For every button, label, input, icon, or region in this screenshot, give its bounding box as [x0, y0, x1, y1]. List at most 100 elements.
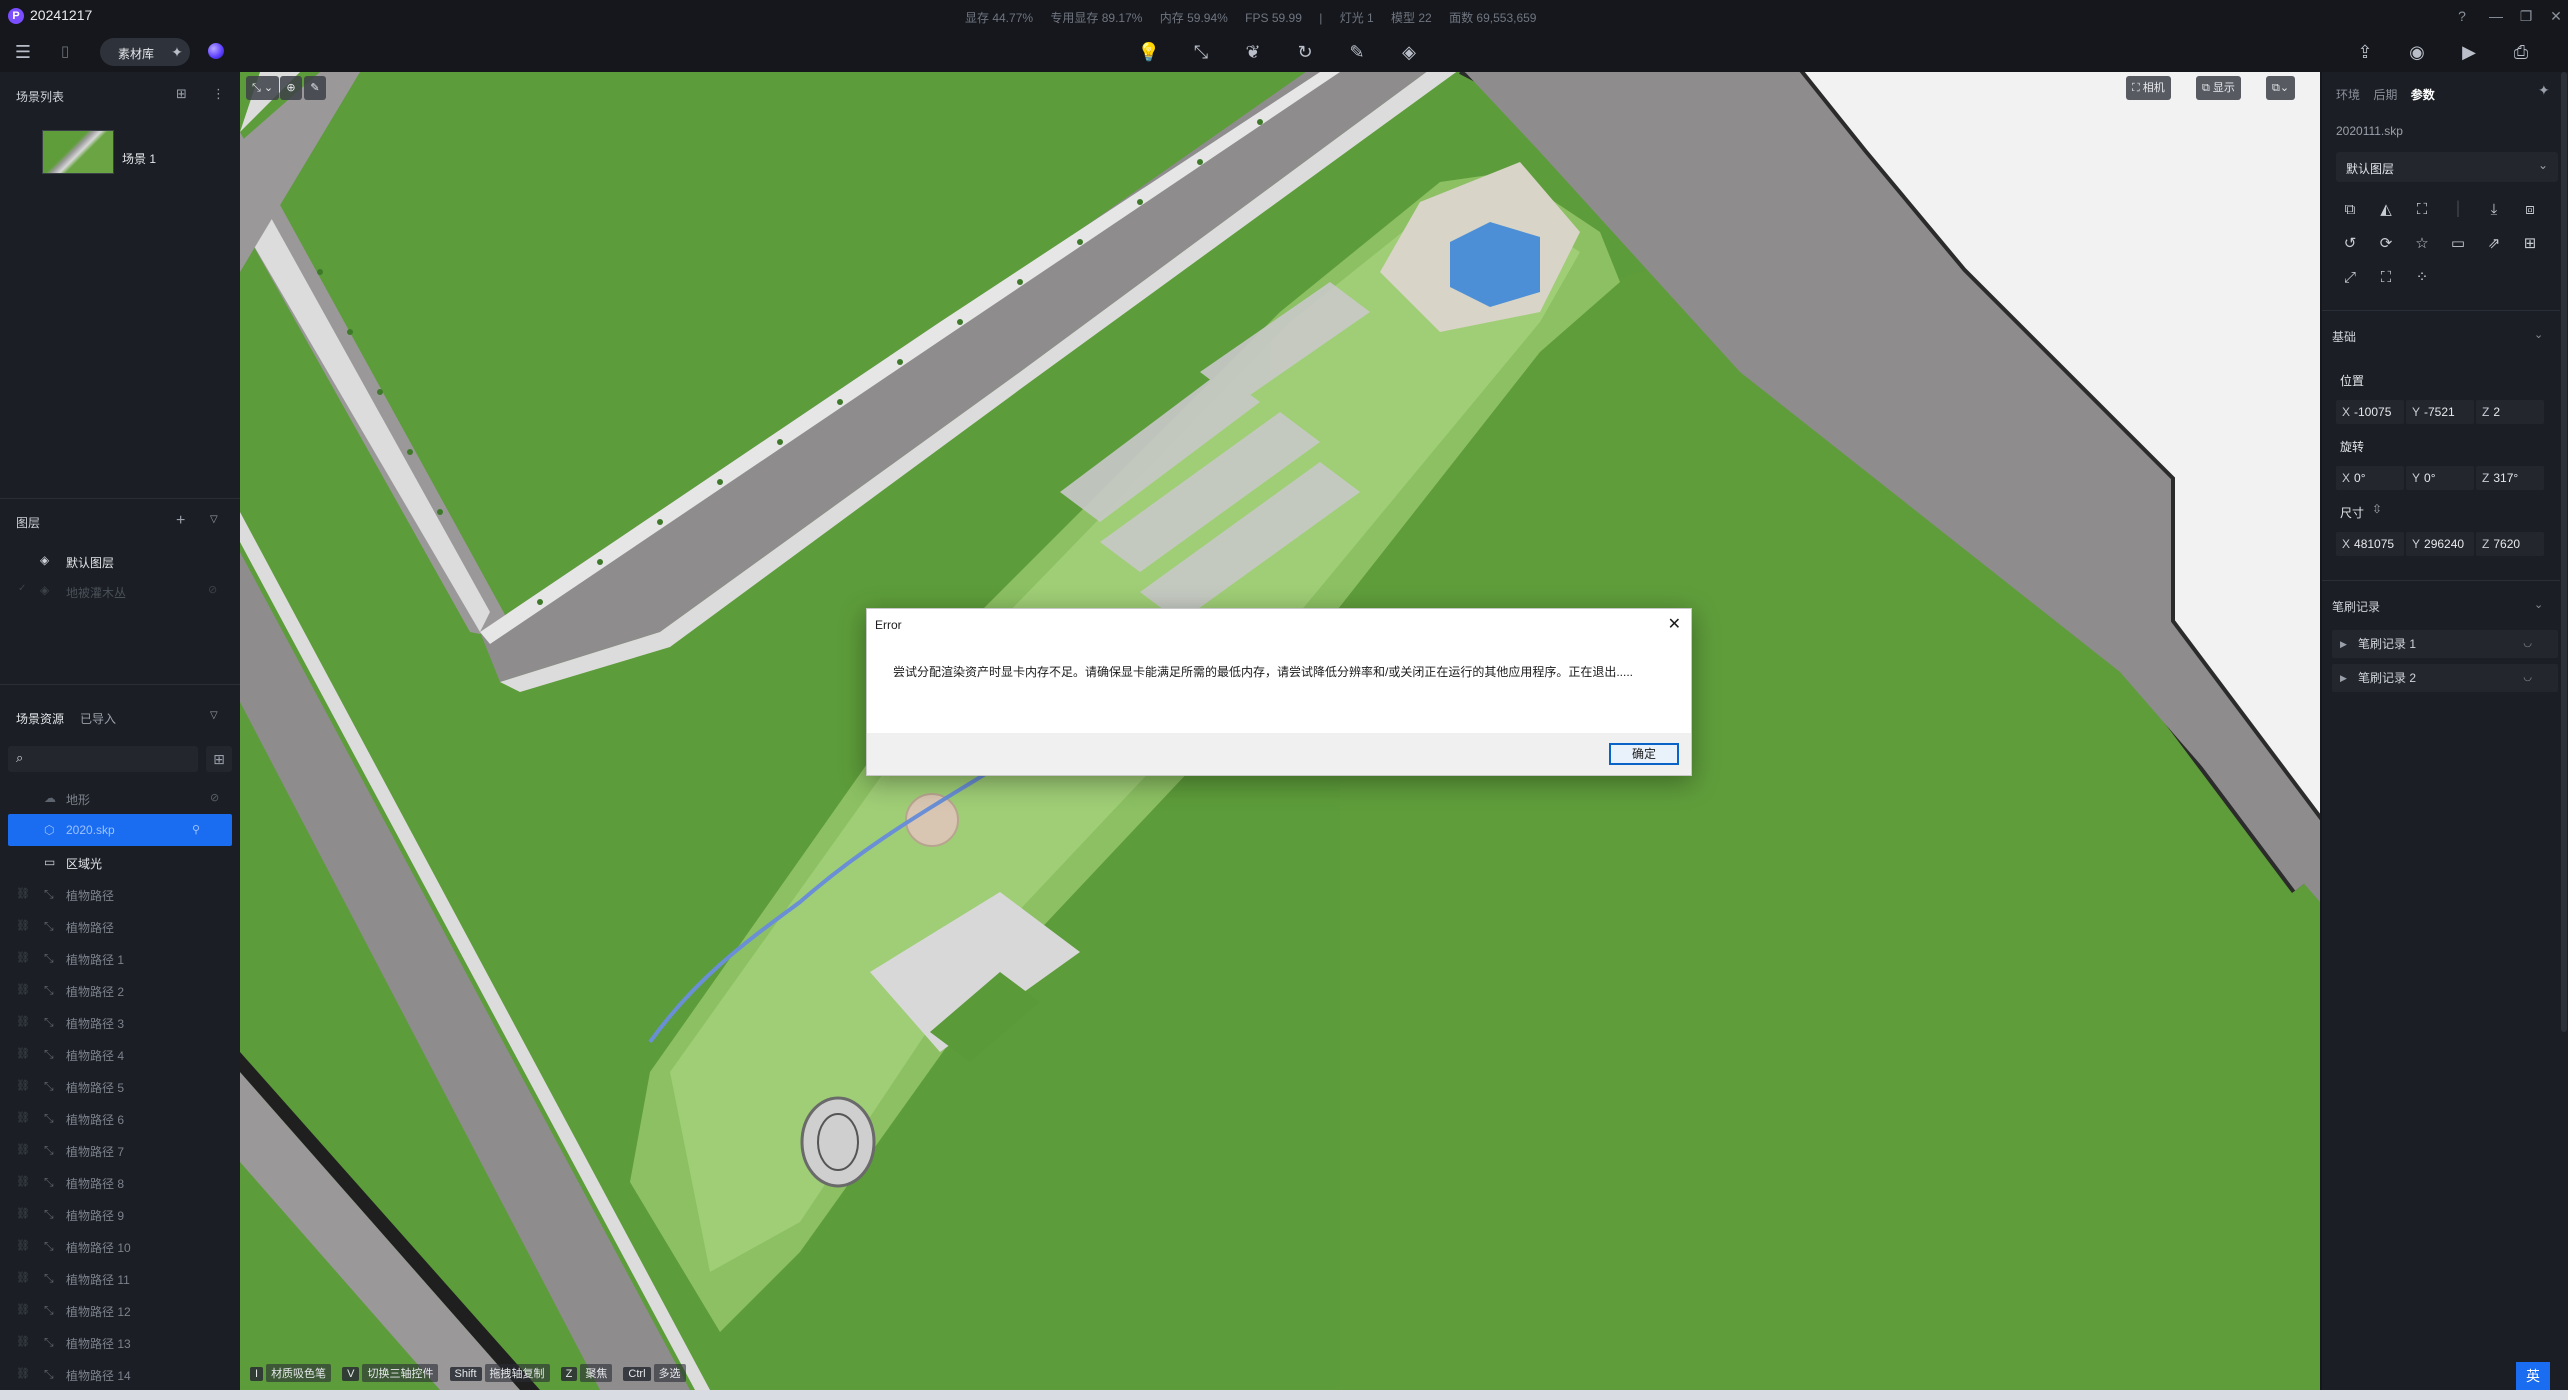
- resource-item[interactable]: ⛓ ⤡ 植物路径 11: [0, 1262, 240, 1294]
- tab-environment[interactable]: 环境: [2336, 86, 2360, 103]
- mirror-icon[interactable]: ◭: [2372, 196, 2400, 224]
- pick-icon[interactable]: ✦: [2538, 82, 2550, 99]
- rotation-y-field[interactable]: Y 0°: [2406, 466, 2474, 490]
- video-icon[interactable]: ▶: [2456, 39, 2482, 65]
- favorite-icon[interactable]: ☆: [2408, 230, 2436, 258]
- view-options-dropdown[interactable]: ⧉⌄: [2266, 76, 2296, 100]
- resource-item[interactable]: ⛓ ⤡ 植物路径 6: [0, 1102, 240, 1134]
- path-tool-icon[interactable]: ⤡: [1188, 39, 1214, 65]
- layer-row-shrubs[interactable]: ✓ ◈ 地被灌木丛 ⊘: [0, 578, 240, 604]
- refresh-icon[interactable]: ⟳: [2372, 230, 2400, 258]
- fullscreen-icon[interactable]: ⛶: [2372, 264, 2400, 292]
- camera-view-button[interactable]: ⛶ 相机: [2126, 76, 2171, 100]
- resource-item[interactable]: ⛓ ⤡ 植物路径 9: [0, 1198, 240, 1230]
- grid-view-button[interactable]: ⊞: [206, 746, 232, 772]
- resource-item[interactable]: ⛓ ⤡ 植物路径: [0, 910, 240, 942]
- share-icon[interactable]: ⇗: [2480, 230, 2508, 258]
- resource-item[interactable]: ⛓ ⤡ 植物路径 2: [0, 974, 240, 1006]
- ime-indicator[interactable]: 英: [2516, 1362, 2550, 1390]
- position-x-field[interactable]: X -10075: [2336, 400, 2404, 424]
- resource-item[interactable]: ⛓ ⤡ 植物路径 7: [0, 1134, 240, 1166]
- tab-imported[interactable]: 已导入: [80, 710, 116, 727]
- display-button[interactable]: ⧉ 显示: [2196, 76, 2241, 100]
- camera-icon[interactable]: ◉: [2404, 39, 2430, 65]
- resource-item[interactable]: ▭ 区域光: [0, 846, 240, 878]
- link-icon[interactable]: ⇳: [2372, 502, 2382, 516]
- resource-item[interactable]: ⬡ 2020.skp ⚲: [8, 814, 232, 846]
- scene-thumbnail[interactable]: [42, 130, 114, 174]
- chevron-down-icon[interactable]: ⌄: [2534, 328, 2543, 341]
- tab-scene-resources[interactable]: 场景资源: [16, 710, 64, 727]
- layer-select[interactable]: 默认图层 ⌄: [2336, 152, 2558, 182]
- position-z-field[interactable]: Z2: [2476, 400, 2544, 424]
- eye-icon[interactable]: ◡: [2523, 630, 2532, 658]
- duplicate-icon[interactable]: ⧈: [2516, 196, 2544, 224]
- export-icon[interactable]: ⇪: [2352, 39, 2378, 65]
- resource-item[interactable]: ⛓ ⤡ 植物路径 1: [0, 942, 240, 974]
- resource-search-input[interactable]: ⌕: [8, 746, 198, 772]
- grid-icon[interactable]: ⊞: [2516, 230, 2544, 258]
- transform-mode-dropdown[interactable]: ⤡ ⌄: [246, 76, 280, 100]
- rotation-x-field[interactable]: X 0°: [2336, 466, 2404, 490]
- filter-chevron-icon[interactable]: ▽: [210, 710, 218, 721]
- focus-frame-icon[interactable]: ⛶: [2408, 196, 2436, 224]
- dialog-close-icon[interactable]: ✕: [1668, 614, 1681, 634]
- tab-post[interactable]: 后期: [2373, 86, 2397, 103]
- size-z-field[interactable]: Z 7620: [2476, 532, 2544, 556]
- light-bulb-icon[interactable]: 💡: [1136, 39, 1162, 65]
- drop-to-ground-icon[interactable]: ⤓: [2480, 196, 2508, 224]
- close-window-button[interactable]: ✕: [2546, 6, 2566, 26]
- undo-icon[interactable]: ↺: [2336, 230, 2364, 258]
- pin-icon[interactable]: ⏐: [2444, 196, 2472, 224]
- chevron-down-icon[interactable]: ⌄: [2534, 598, 2543, 611]
- scene-name[interactable]: 场景 1: [122, 150, 156, 167]
- resource-item[interactable]: ⛓ ⤡ 植物路径 4: [0, 1038, 240, 1070]
- resource-item[interactable]: ⛓ ⤡ 植物路径 14: [0, 1358, 240, 1390]
- hidden-eye-icon[interactable]: ⊘: [208, 583, 217, 596]
- scatter-icon[interactable]: ⁘: [2408, 264, 2436, 292]
- folder-icon[interactable]: ▭: [2444, 230, 2472, 258]
- brush-tool-icon[interactable]: ✎: [1344, 39, 1370, 65]
- minimize-button[interactable]: —: [2486, 6, 2506, 26]
- sparkle-icon[interactable]: ✦: [164, 39, 190, 65]
- add-scene-icon[interactable]: ⊞: [176, 86, 187, 102]
- hidden-eye-icon[interactable]: ⊘: [210, 791, 219, 804]
- brush-record-row[interactable]: ▶ 笔刷记录 2 ◡: [2332, 664, 2558, 692]
- eye-icon[interactable]: ◡: [2523, 664, 2532, 692]
- resource-item[interactable]: ⛓ ⤡ 植物路径 10: [0, 1230, 240, 1262]
- size-y-field[interactable]: Y 296240: [2406, 532, 2474, 556]
- layer-row-default[interactable]: ◈ 默认图层: [0, 548, 240, 574]
- menu-icon[interactable]: ☰: [10, 39, 36, 65]
- resource-item[interactable]: ⛓ ⤡ 植物路径: [0, 878, 240, 910]
- more-icon[interactable]: ⋮: [212, 86, 225, 102]
- inbox-icon[interactable]: ⎙: [2508, 39, 2534, 65]
- layers-tool-icon[interactable]: ◈: [1396, 39, 1422, 65]
- tab-params[interactable]: 参数: [2411, 86, 2435, 103]
- resource-item[interactable]: ⛓ ⤡ 植物路径 8: [0, 1166, 240, 1198]
- globe-icon[interactable]: ⊕: [280, 76, 302, 100]
- check-icon[interactable]: ✓: [18, 583, 26, 594]
- brush-record-row[interactable]: ▶ 笔刷记录 1 ◡: [2332, 630, 2558, 658]
- copy-icon[interactable]: ⧉: [2336, 196, 2364, 224]
- scale-icon[interactable]: ⤢: [2336, 264, 2364, 292]
- rotation-z-field[interactable]: Z 317°: [2476, 466, 2544, 490]
- lock-icon[interactable]: ⚲: [192, 823, 200, 836]
- right-scrollbar-thumb[interactable]: [2561, 72, 2567, 1032]
- rotate-tool-icon[interactable]: ↻: [1292, 39, 1318, 65]
- resource-item[interactable]: ⛓ ⤡ 植物路径 5: [0, 1070, 240, 1102]
- resource-item[interactable]: ⛓ ⤡ 植物路径 12: [0, 1294, 240, 1326]
- eyedropper-icon[interactable]: ✎: [304, 76, 326, 100]
- restore-button[interactable]: ❐: [2516, 6, 2536, 26]
- document-icon[interactable]: ▯: [52, 39, 78, 65]
- resource-item[interactable]: ☁ 地形 ⊘: [0, 782, 240, 814]
- ok-button[interactable]: 确定: [1609, 743, 1679, 765]
- resource-item[interactable]: ⛓ ⤡ 植物路径 13: [0, 1326, 240, 1358]
- leaf-icon[interactable]: ❦: [1240, 39, 1266, 65]
- collapse-chevron-icon[interactable]: ▽: [210, 514, 218, 525]
- position-y-field[interactable]: Y -7521: [2406, 400, 2474, 424]
- add-layer-icon[interactable]: +: [176, 512, 185, 530]
- help-icon[interactable]: ?: [2452, 6, 2472, 26]
- size-x-field[interactable]: X 481075: [2336, 532, 2404, 556]
- ai-orb-icon[interactable]: [208, 43, 224, 59]
- resource-item[interactable]: ⛓ ⤡ 植物路径 3: [0, 1006, 240, 1038]
